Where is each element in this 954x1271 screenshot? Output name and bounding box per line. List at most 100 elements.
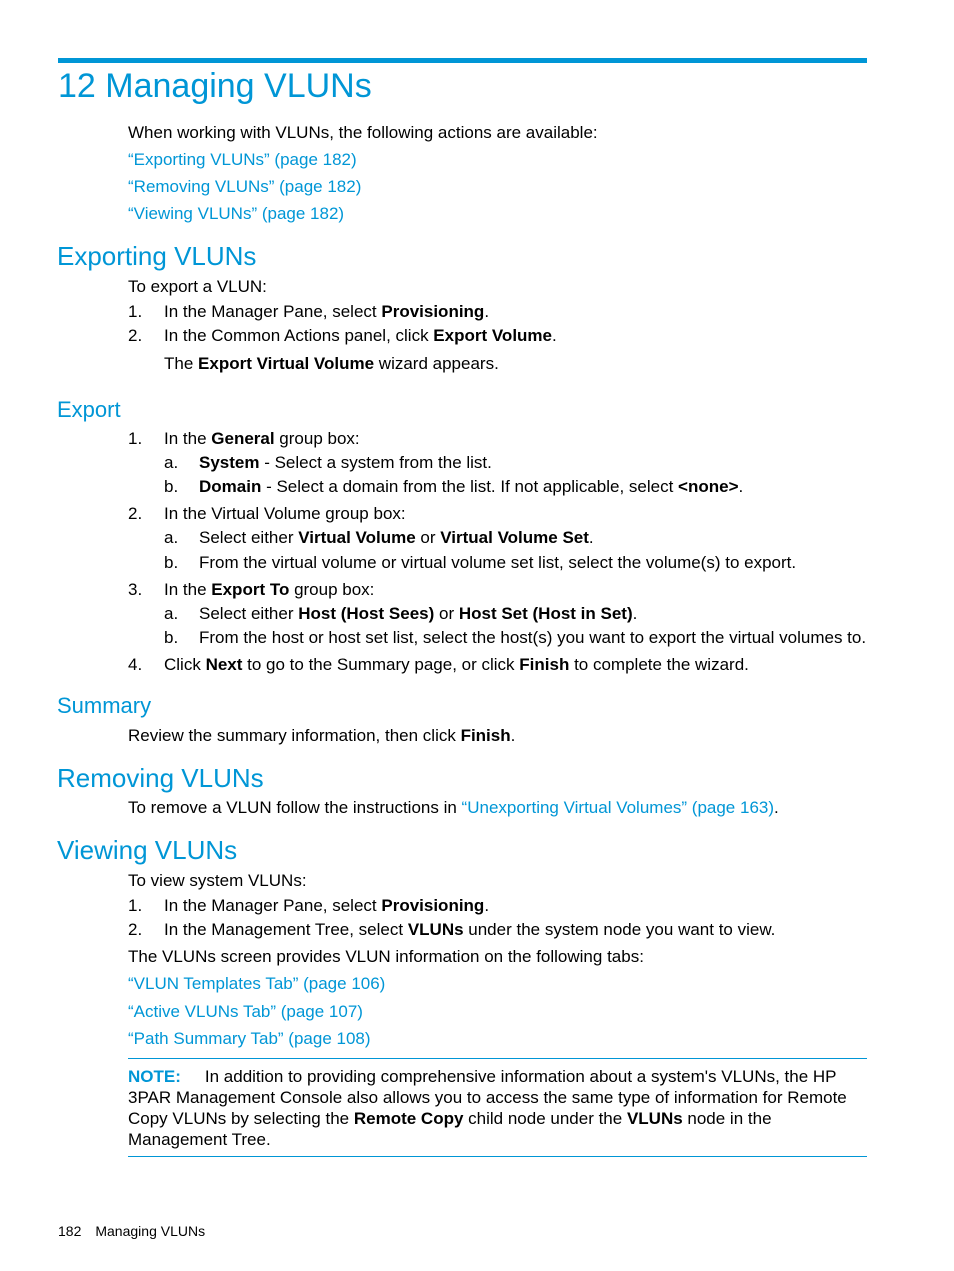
viewing-step-1: 1. In the Manager Pane, select Provisioni… bbox=[128, 895, 489, 917]
intro-text: When working with VLUNs, the following a… bbox=[128, 123, 598, 142]
substep-letter: b. bbox=[164, 628, 179, 647]
note-bottom-rule bbox=[128, 1156, 867, 1157]
step-text: In the Manager Pane, select bbox=[164, 302, 382, 321]
substep-letter: a. bbox=[164, 604, 179, 623]
summary-post: . bbox=[510, 726, 516, 745]
substep-bold: Domain bbox=[199, 477, 262, 496]
step-number: 2. bbox=[128, 920, 143, 939]
viewing-step-2: 2. In the Management Tree, select VLUNs u… bbox=[128, 919, 775, 941]
heading-export: Export bbox=[57, 397, 121, 422]
link-removing-vluns[interactable]: “Removing VLUNs” (page 182) bbox=[128, 176, 361, 198]
step-text: group box: bbox=[289, 580, 375, 599]
viewing-tabs-intro: The VLUNs screen provides VLUN informati… bbox=[128, 947, 644, 966]
substep-letter: b. bbox=[164, 553, 179, 572]
step-number: 1. bbox=[128, 429, 143, 448]
step-text: In the Common Actions panel, click bbox=[164, 326, 434, 345]
step-text: to go to the Summary page, or click bbox=[242, 655, 520, 674]
page-number: 182 bbox=[58, 1223, 82, 1239]
substep-text: . bbox=[588, 528, 594, 547]
substep-text: Select either bbox=[199, 604, 299, 623]
step-text: In the Manager Pane, select bbox=[164, 896, 382, 915]
heading-summary: Summary bbox=[57, 693, 152, 718]
step-text: In the bbox=[164, 429, 212, 448]
step-number: 2. bbox=[128, 504, 143, 523]
summary-pre: Review the summary information, then cli… bbox=[128, 726, 461, 745]
substep-bold: Host Set (Host in Set) bbox=[458, 604, 633, 623]
substep-text: From the host or host set list, select t… bbox=[199, 628, 867, 647]
step-text: under the system node you want to view. bbox=[463, 920, 776, 939]
substep-letter: b. bbox=[164, 477, 179, 496]
export-step-2b: b. From the virtual volume or virtual vol… bbox=[164, 552, 796, 574]
substep-text: or bbox=[434, 604, 459, 623]
step-bold: VLUNs bbox=[407, 920, 464, 939]
note-top-rule bbox=[128, 1058, 867, 1059]
step-text: . bbox=[484, 302, 490, 321]
exporting-step-2: 2. In the Common Actions panel, click Exp… bbox=[128, 325, 557, 347]
page-footer: 182 Managing VLUNs bbox=[58, 1221, 205, 1241]
link-viewing-vluns[interactable]: “Viewing VLUNs” (page 182) bbox=[128, 203, 344, 225]
link-unexporting-virtual-volumes[interactable]: “Unexporting Virtual Volumes” (page 163) bbox=[462, 798, 774, 817]
link-path-summary-tab[interactable]: “Path Summary Tab” (page 108) bbox=[128, 1028, 371, 1050]
step-number: 3. bbox=[128, 580, 143, 599]
footer-section: Managing VLUNs bbox=[95, 1223, 206, 1239]
result-bold: Export Virtual Volume bbox=[198, 354, 375, 373]
substep-bold: Host (Host Sees) bbox=[298, 604, 435, 623]
note-box: NOTE: In addition to providing comprehens… bbox=[128, 1066, 873, 1150]
step-text: In the bbox=[164, 580, 212, 599]
export-step-1: 1. In the General group box: bbox=[128, 428, 360, 450]
substep-letter: a. bbox=[164, 528, 179, 547]
step-number: 4. bbox=[128, 655, 143, 674]
step-number: 2. bbox=[128, 326, 143, 345]
exporting-step-1: 1. In the Manager Pane, select Provisioni… bbox=[128, 301, 489, 323]
heading-removing-vluns: Removing VLUNs bbox=[57, 763, 264, 793]
export-step-3b: b. From the host or host set list, select… bbox=[164, 627, 866, 649]
removing-text: To remove a VLUN follow the instructions… bbox=[128, 797, 779, 819]
summary-bold: Finish bbox=[460, 726, 511, 745]
step-bold: Export Volume bbox=[433, 326, 552, 345]
link-active-vluns-tab[interactable]: “Active VLUNs Tab” (page 107) bbox=[128, 1001, 363, 1023]
substep-bold: System bbox=[199, 453, 260, 472]
chapter-title: 12 Managing VLUNs bbox=[58, 67, 372, 105]
note-text: child node under the bbox=[463, 1109, 627, 1128]
heading-viewing-vluns: Viewing VLUNs bbox=[57, 835, 238, 865]
substep-bold: Virtual Volume bbox=[298, 528, 416, 547]
link-vlun-templates-tab[interactable]: “VLUN Templates Tab” (page 106) bbox=[128, 973, 385, 995]
step-bold: Export To bbox=[211, 580, 290, 599]
export-step-4: 4. Click Next to go to the Summary page, … bbox=[128, 654, 749, 676]
export-step-3: 3. In the Export To group box: bbox=[128, 579, 374, 601]
export-step-2: 2. In the Virtual Volume group box: bbox=[128, 503, 406, 525]
substep-bold: Virtual Volume Set bbox=[440, 528, 589, 547]
step-bold: Next bbox=[205, 655, 243, 674]
link-exporting-vluns[interactable]: “Exporting VLUNs” (page 182) bbox=[128, 149, 357, 171]
step-bold: Provisioning bbox=[381, 896, 485, 915]
exporting-lead: To export a VLUN: bbox=[128, 277, 267, 296]
result-text: wizard appears. bbox=[374, 354, 499, 373]
export-step-1a: a. System - Select a system from the list… bbox=[164, 452, 492, 474]
substep-text: From the virtual volume or virtual volum… bbox=[199, 553, 797, 572]
export-step-1b: b. Domain - Select a domain from the list… bbox=[164, 476, 743, 498]
note-bold: VLUNs bbox=[626, 1109, 683, 1128]
note-bold: Remote Copy bbox=[353, 1109, 464, 1128]
heading-exporting-vluns: Exporting VLUNs bbox=[57, 241, 257, 271]
viewing-lead: To view system VLUNs: bbox=[128, 871, 307, 890]
removing-post: . bbox=[774, 798, 779, 817]
step-text: to complete the wizard. bbox=[569, 655, 749, 674]
step-text: In the Virtual Volume group box: bbox=[164, 504, 406, 523]
step-bold: Finish bbox=[519, 655, 570, 674]
removing-pre: To remove a VLUN follow the instructions… bbox=[128, 798, 462, 817]
note-label: NOTE: bbox=[128, 1067, 181, 1086]
step-text: Click bbox=[164, 655, 206, 674]
summary-text: Review the summary information, then cli… bbox=[128, 725, 515, 747]
substep-text: . bbox=[738, 477, 744, 496]
export-step-3a: a. Select either Host (Host Sees) or Host… bbox=[164, 603, 637, 625]
step-text: In the Management Tree, select bbox=[164, 920, 408, 939]
result-text: The bbox=[164, 354, 199, 373]
substep-text: or bbox=[415, 528, 441, 547]
step-text: . bbox=[484, 896, 490, 915]
export-step-2a: a. Select either Virtual Volume or Virtua… bbox=[164, 527, 594, 549]
exporting-result: The Export Virtual Volume wizard appears… bbox=[164, 353, 499, 375]
substep-text: . bbox=[632, 604, 638, 623]
step-text: group box: bbox=[274, 429, 360, 448]
step-number: 1. bbox=[128, 302, 143, 321]
step-number: 1. bbox=[128, 896, 143, 915]
